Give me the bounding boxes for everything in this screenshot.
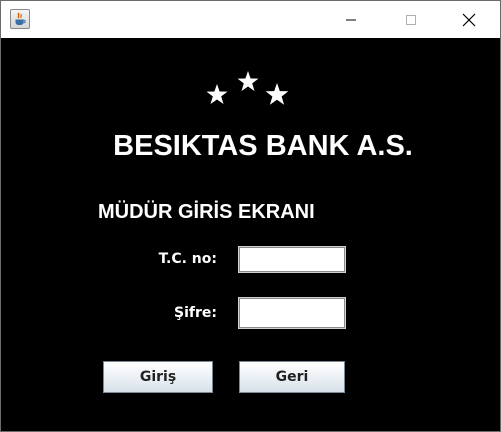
bank-name-heading: BESIKTAS BANK A.S.: [113, 130, 413, 162]
password-label: Şifre:: [174, 305, 217, 321]
minimize-button[interactable]: [328, 1, 374, 38]
maximize-button[interactable]: [388, 1, 434, 38]
close-button[interactable]: [446, 1, 492, 38]
tc-no-field[interactable]: [238, 246, 346, 273]
three-stars-icon: [206, 71, 289, 105]
app-window: BESIKTAS BANK A.S. MÜDÜR GİRİS EKRANI T.…: [0, 0, 501, 432]
maximize-icon: [406, 14, 416, 25]
tc-no-label: T.C. no:: [158, 251, 217, 267]
java-icon[interactable]: [10, 9, 30, 29]
back-button[interactable]: Geri: [239, 361, 345, 393]
minimize-icon: [346, 19, 356, 20]
login-panel: BESIKTAS BANK A.S. MÜDÜR GİRİS EKRANI T.…: [1, 38, 500, 431]
password-field[interactable]: [238, 297, 346, 329]
close-icon: [462, 13, 476, 26]
title-bar[interactable]: [1, 1, 500, 38]
screen-title: MÜDÜR GİRİS EKRANI: [98, 201, 315, 223]
login-button[interactable]: Giriş: [103, 361, 213, 393]
